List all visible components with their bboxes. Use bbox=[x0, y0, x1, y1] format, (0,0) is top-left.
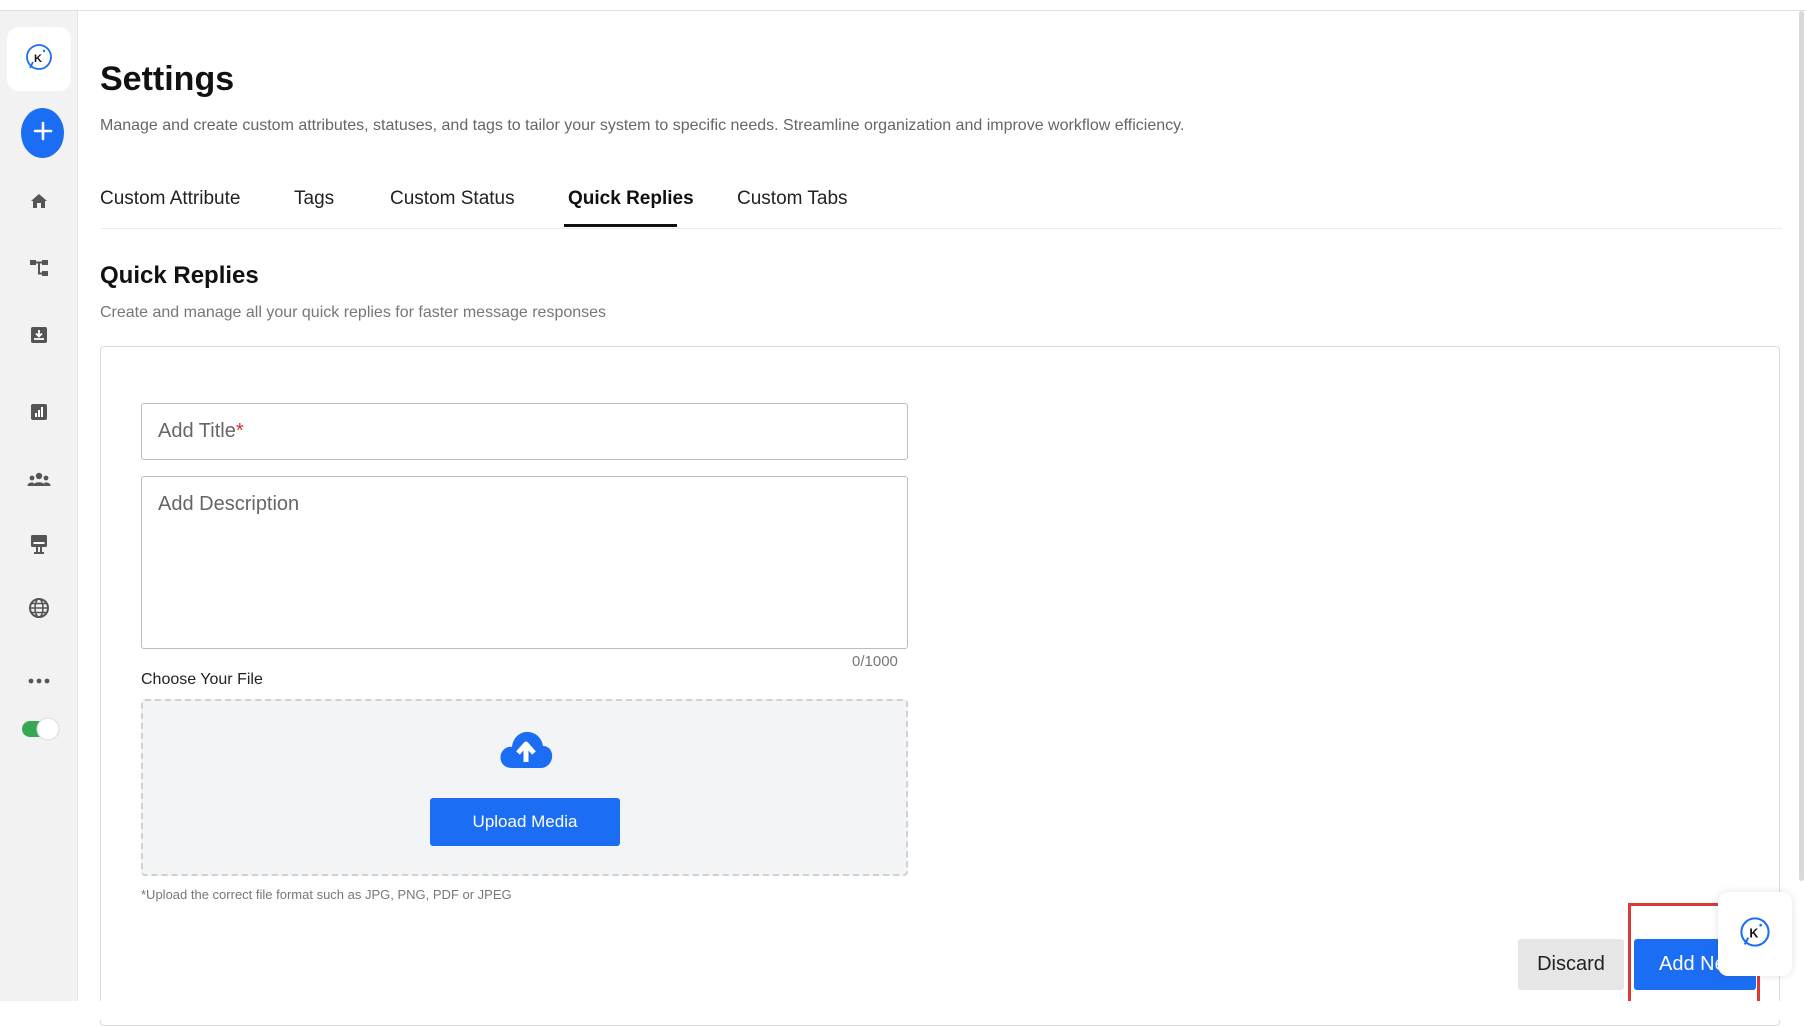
title-input[interactable]: Add Title * bbox=[141, 403, 908, 460]
svg-text:K: K bbox=[1749, 926, 1758, 940]
monitor-icon bbox=[29, 533, 49, 560]
file-dropzone[interactable]: Upload Media bbox=[141, 699, 908, 876]
section-subtitle: Create and manage all your quick replies… bbox=[100, 304, 607, 321]
sidebar-item-inbox[interactable] bbox=[26, 324, 52, 350]
add-button[interactable] bbox=[21, 108, 64, 158]
chat-widget-button[interactable]: K bbox=[1718, 892, 1792, 976]
char-counter: 0/1000 bbox=[852, 653, 898, 670]
section-title: Quick Replies bbox=[100, 262, 259, 289]
tab-tags[interactable]: Tags bbox=[294, 188, 334, 210]
upload-media-button[interactable]: Upload Media bbox=[430, 798, 620, 846]
sidebar-item-workflow[interactable] bbox=[26, 257, 52, 283]
bottom-strip bbox=[0, 1001, 1806, 1020]
chat-bubble-k-icon: K bbox=[24, 42, 54, 77]
tab-custom-attribute[interactable]: Custom Attribute bbox=[100, 188, 240, 210]
page-subtitle: Manage and create custom attributes, sta… bbox=[100, 117, 1185, 134]
home-icon bbox=[29, 191, 49, 216]
tab-quick-replies[interactable]: Quick Replies bbox=[568, 188, 694, 210]
description-textarea[interactable]: Add Description bbox=[141, 476, 908, 649]
sidebar-item-home[interactable] bbox=[26, 190, 52, 216]
chat-bubble-k-icon: K bbox=[1738, 915, 1772, 954]
sidebar-item-reports[interactable] bbox=[26, 401, 52, 427]
team-icon bbox=[27, 469, 51, 494]
page-title: Settings bbox=[100, 60, 235, 98]
active-tab-indicator bbox=[564, 224, 677, 227]
file-format-hint: *Upload the correct file format such as … bbox=[141, 887, 512, 902]
bar-chart-icon bbox=[29, 402, 49, 427]
file-label: Choose Your File bbox=[141, 671, 263, 688]
cloud-upload-icon bbox=[498, 728, 554, 770]
title-placeholder: Add Title bbox=[158, 420, 236, 442]
top-divider bbox=[0, 10, 1806, 11]
plus-icon bbox=[33, 121, 53, 146]
sidebar-item-team[interactable] bbox=[26, 468, 52, 494]
discard-button[interactable]: Discard bbox=[1518, 939, 1624, 990]
description-placeholder: Add Description bbox=[158, 493, 300, 515]
required-mark: * bbox=[235, 420, 244, 442]
sidebar-item-kiosk[interactable] bbox=[26, 533, 52, 559]
sidebar-item-more[interactable] bbox=[26, 668, 52, 694]
globe-icon bbox=[28, 597, 50, 624]
download-tray-icon bbox=[29, 325, 49, 350]
page-scrollbar[interactable] bbox=[1799, 11, 1804, 881]
sidebar-item-globe[interactable] bbox=[26, 597, 52, 623]
settings-tabs: Custom Attribute Tags Custom Status Quic… bbox=[100, 178, 1782, 229]
app-logo[interactable]: K bbox=[7, 27, 71, 91]
tab-custom-status[interactable]: Custom Status bbox=[390, 188, 515, 210]
status-toggle[interactable] bbox=[22, 717, 60, 741]
tab-custom-tabs[interactable]: Custom Tabs bbox=[737, 188, 848, 210]
svg-text:K: K bbox=[34, 53, 42, 65]
sidebar: K bbox=[0, 11, 78, 1001]
flow-icon bbox=[28, 257, 50, 284]
more-horizontal-icon bbox=[27, 672, 51, 690]
